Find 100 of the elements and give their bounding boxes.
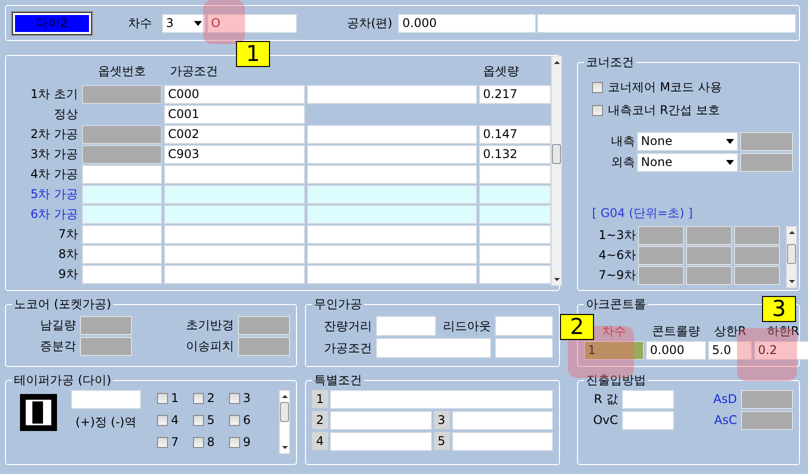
checkbox[interactable] xyxy=(193,415,204,426)
order-select[interactable]: 3 xyxy=(162,14,206,32)
input-field[interactable] xyxy=(238,316,290,335)
input-field[interactable]: 5.0 xyxy=(708,341,752,360)
table-cell[interactable] xyxy=(307,265,477,284)
table-cell[interactable] xyxy=(82,205,162,224)
table-cell[interactable] xyxy=(164,245,305,264)
input-field[interactable] xyxy=(452,411,553,430)
checkbox[interactable] xyxy=(229,393,240,404)
input-field[interactable]: 0.2 xyxy=(754,341,808,360)
table-cell[interactable] xyxy=(164,165,305,184)
input-field[interactable] xyxy=(622,411,674,430)
tolerance-field[interactable]: 0.000 xyxy=(398,14,536,32)
input-field[interactable] xyxy=(452,432,553,451)
scroll-up-icon[interactable] xyxy=(788,231,794,234)
table-cell[interactable]: 0.132 xyxy=(479,145,551,164)
table-cell[interactable] xyxy=(82,245,162,264)
table-cell[interactable] xyxy=(307,225,477,244)
input-field[interactable] xyxy=(495,316,553,336)
checkbox[interactable] xyxy=(193,437,204,448)
scrollbar[interactable] xyxy=(279,390,290,454)
table-cell[interactable] xyxy=(164,225,305,244)
input-field[interactable] xyxy=(495,338,553,358)
table-cell[interactable]: 0.217 xyxy=(479,85,551,104)
table-cell[interactable]: C903 xyxy=(164,145,305,164)
checkbox-label: 코너제어 M코드 사용 xyxy=(608,80,722,95)
input-field[interactable] xyxy=(638,226,684,245)
checkbox[interactable] xyxy=(592,105,603,116)
table-cell[interactable] xyxy=(82,265,162,284)
scroll-thumb[interactable] xyxy=(552,144,561,164)
input-field[interactable] xyxy=(238,337,290,356)
scroll-thumb[interactable] xyxy=(280,402,289,422)
input-field[interactable] xyxy=(734,246,780,265)
input-field[interactable] xyxy=(741,411,793,430)
table-cell[interactable] xyxy=(164,265,305,284)
table-cell[interactable] xyxy=(307,185,477,204)
input-field[interactable] xyxy=(80,337,132,356)
input-field[interactable] xyxy=(740,132,793,151)
input-field[interactable] xyxy=(740,153,793,172)
input-field[interactable] xyxy=(71,390,141,409)
input-field[interactable] xyxy=(734,226,780,245)
row-label: 7~9차 xyxy=(598,268,636,283)
input-field[interactable] xyxy=(376,316,436,336)
input-field[interactable]: 0.000 xyxy=(646,341,706,360)
input-field[interactable] xyxy=(686,226,732,245)
input-field[interactable] xyxy=(638,246,684,265)
input-field[interactable] xyxy=(330,411,432,430)
table-cell[interactable] xyxy=(479,245,551,264)
table-cell[interactable] xyxy=(307,145,477,164)
scroll-down-icon[interactable] xyxy=(554,278,560,281)
table-cell[interactable] xyxy=(307,125,477,144)
table-cell[interactable] xyxy=(164,185,305,204)
row-label: 1차 초기 xyxy=(30,86,79,103)
scroll-up-icon[interactable] xyxy=(554,61,560,64)
scroll-thumb[interactable] xyxy=(787,244,796,264)
dropdown[interactable]: None xyxy=(637,132,738,151)
input-field[interactable] xyxy=(622,390,674,409)
scroll-down-icon[interactable] xyxy=(282,446,288,449)
checkbox[interactable] xyxy=(157,437,168,448)
table-cell[interactable] xyxy=(479,165,551,184)
number-tag: 4 xyxy=(312,432,328,450)
table-cell[interactable] xyxy=(307,205,477,224)
checkbox[interactable] xyxy=(592,82,603,93)
table-cell[interactable]: C002 xyxy=(164,125,305,144)
checkbox[interactable] xyxy=(193,393,204,404)
input-field[interactable] xyxy=(376,338,491,358)
table-cell[interactable] xyxy=(479,225,551,244)
checkbox[interactable] xyxy=(157,415,168,426)
table-cell[interactable] xyxy=(164,205,305,224)
checkbox[interactable] xyxy=(157,393,168,404)
input-field[interactable] xyxy=(686,246,732,265)
table-cell[interactable] xyxy=(82,165,162,184)
checkbox[interactable] xyxy=(229,415,240,426)
input-field[interactable] xyxy=(741,390,793,409)
input-field[interactable] xyxy=(638,266,684,285)
scroll-down-icon[interactable] xyxy=(788,280,794,283)
table-cell[interactable] xyxy=(479,185,551,204)
scroll-up-icon[interactable] xyxy=(282,395,288,398)
input-field[interactable] xyxy=(80,316,132,335)
dropdown[interactable]: None xyxy=(637,153,738,172)
table-cell[interactable] xyxy=(479,265,551,284)
table-cell[interactable] xyxy=(307,245,477,264)
table-cell[interactable]: 0.147 xyxy=(479,125,551,144)
table-cell[interactable]: C000 xyxy=(164,85,305,104)
input-field[interactable] xyxy=(686,266,732,285)
input-field[interactable] xyxy=(734,266,780,285)
input-field[interactable] xyxy=(330,390,553,409)
input-field[interactable] xyxy=(330,432,432,451)
table-cell[interactable] xyxy=(82,225,162,244)
table-cell[interactable] xyxy=(82,185,162,204)
scrollbar[interactable] xyxy=(786,226,797,288)
input-field[interactable]: 1 xyxy=(584,341,644,360)
input-field[interactable] xyxy=(537,14,796,32)
scrollbar[interactable] xyxy=(551,56,562,286)
table-cell[interactable]: C001 xyxy=(164,105,305,124)
table-cell[interactable] xyxy=(307,165,477,184)
table-cell[interactable] xyxy=(479,205,551,224)
checkbox[interactable] xyxy=(229,437,240,448)
table-cell[interactable] xyxy=(307,85,477,104)
order-field[interactable]: O xyxy=(207,14,297,32)
